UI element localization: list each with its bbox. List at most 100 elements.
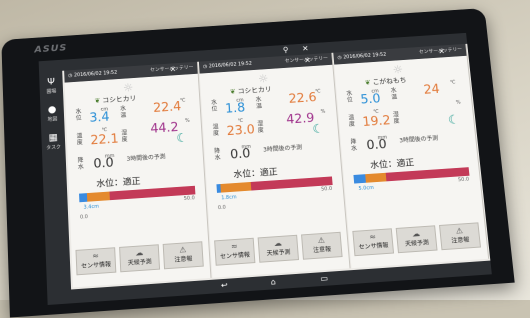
crop-name: ❦ こがねもち — [364, 76, 407, 88]
tablet-device: ASUS ⚲ ✕ Ψ 圃場 ● 地図 ▦ タスク ◷ 2016/06/02 19… — [1, 8, 515, 318]
button-label: 注意報 — [174, 255, 193, 264]
home-icon[interactable]: ⌂ — [270, 277, 276, 286]
humidity-unit: % — [320, 108, 326, 115]
chart-icon: ≈ — [368, 232, 377, 242]
recents-icon[interactable]: ▭ — [320, 274, 328, 283]
alert-button[interactable]: ⚠ 注意報 — [301, 231, 343, 260]
sidebar-item-label: 圃場 — [46, 88, 57, 95]
sidebar-item-task[interactable]: ▦ タスク — [41, 132, 65, 151]
humidity-unit: % — [455, 99, 461, 106]
fork-icon: Ψ — [47, 76, 56, 88]
water-level-value: 1.8 — [224, 101, 246, 117]
sidebar-item-label: 地図 — [47, 116, 58, 123]
scale-max: 50.0 — [320, 186, 333, 193]
chart-icon: ≈ — [92, 251, 100, 261]
device-brand: ASUS — [34, 42, 68, 56]
weather-forecast-button[interactable]: ☁ 天候予測 — [257, 234, 300, 263]
bar-segment-water — [79, 193, 88, 203]
bar-value-label: 5.0cm — [358, 185, 375, 192]
rainfall-label: 降水 — [77, 157, 84, 171]
button-label: 注意報 — [451, 236, 470, 245]
humidity-label: 湿度 — [392, 111, 400, 125]
temperature-value: 23.0 — [226, 122, 256, 139]
field-panel: ◷ 2016/06/02 19:52 ✕ センサーバッテリー ☼ ❦ コシヒカリ… — [198, 52, 351, 278]
water-temp-label: 水温 — [120, 105, 127, 119]
weather-sun-icon: ☼ — [122, 80, 134, 95]
cloud-icon: ☁ — [273, 238, 283, 249]
water-temp-value: 22.6 — [288, 90, 318, 107]
sidebar-item-map[interactable]: ● 地図 — [40, 104, 64, 123]
moon-icon: ☾ — [447, 112, 461, 128]
field-panel: ◷ 2016/06/02 19:52 ✕ センサーバッテリー ☼ ❦ コシヒカリ… — [64, 61, 212, 288]
humidity-value: 44.2 — [150, 120, 180, 137]
bar-segment-water — [216, 184, 222, 193]
tablet-screen: ⚲ ✕ Ψ 圃場 ● 地図 ▦ タスク ◷ 2016/06/02 19:52 ✕… — [38, 32, 492, 305]
field-panel: ◷ 2016/06/02 19:52 ✕ センサーバッテリー ☼ ❦ こがねもち… — [333, 43, 490, 269]
scale-min: 0.0 — [79, 214, 89, 221]
sensor-info-button[interactable]: ≈ センサ情報 — [214, 237, 256, 266]
water-temp-label: 水温 — [255, 96, 263, 110]
water-status: 水位：適正 — [369, 158, 415, 171]
crop-label: こがねもち — [372, 76, 407, 87]
alert-button[interactable]: ⚠ 注意報 — [162, 241, 204, 270]
button-label: センサ情報 — [219, 251, 251, 261]
temperature-label: 温度 — [348, 114, 356, 128]
clock-icon: ◷ — [337, 54, 342, 61]
warning-icon: ⚠ — [179, 245, 187, 255]
water-level-label: 水位 — [75, 108, 82, 122]
clock-icon: ◷ — [202, 63, 208, 70]
back-icon[interactable]: ↩ — [221, 281, 228, 290]
crop-label: コシヒカリ — [237, 85, 272, 96]
clock-icon: ◷ — [68, 72, 73, 79]
alert-button[interactable]: ⚠ 注意報 — [439, 222, 482, 251]
button-label: センサ情報 — [80, 261, 112, 271]
cloud-icon: ☁ — [411, 229, 421, 239]
forecast-label: 3時間後の予測 — [399, 135, 439, 145]
humidity-value: 42.9 — [285, 111, 315, 128]
sidebar-item-label: タスク — [46, 144, 62, 152]
calendar-icon: ▦ — [48, 132, 59, 144]
water-status: 水位：適正 — [233, 167, 278, 181]
sidebar-item-field[interactable]: Ψ 圃場 — [39, 76, 63, 95]
water-level-value: 3.4 — [89, 110, 110, 126]
humidity-label: 湿度 — [121, 129, 128, 144]
temperature-value: 22.1 — [90, 132, 120, 149]
sprout-icon: ❦ — [364, 78, 371, 87]
water-temp-value: 24 — [423, 82, 441, 98]
water-temp-unit: ℃ — [449, 79, 456, 86]
panel-timestamp: 2016/06/02 19:52 — [208, 60, 253, 70]
weather-forecast-button[interactable]: ☁ 天候予測 — [119, 244, 161, 273]
close-icon[interactable]: ✕ — [302, 44, 309, 53]
temperature-value: 19.2 — [361, 113, 392, 130]
scale-min: 0.0 — [217, 204, 226, 212]
crop-name: ❦ コシヒカリ — [230, 85, 272, 97]
panel-timestamp: 2016/06/02 19:52 — [73, 69, 118, 79]
location-icon: ⚲ — [282, 45, 289, 55]
rainfall-label: 降水 — [350, 138, 358, 153]
water-status: 水位：適正 — [96, 177, 141, 190]
moon-icon: ☾ — [311, 122, 325, 137]
button-label: 天候予測 — [266, 248, 291, 258]
crop-name: ❦ コシヒカリ — [94, 94, 136, 106]
water-level-label: 水位 — [346, 90, 354, 104]
bar-value-label: 1.8cm — [221, 194, 237, 202]
button-label: 天候予測 — [127, 258, 152, 267]
weather-sun-icon: ☼ — [257, 71, 269, 86]
chart-icon: ≈ — [230, 241, 238, 251]
forecast-label: 3時間後の予測 — [262, 144, 303, 154]
temperature-label: 温度 — [76, 132, 83, 147]
rainfall-value: 0.0 — [365, 137, 388, 154]
battery-label: センサーバッテリー — [150, 64, 194, 74]
sensor-info-button[interactable]: ≈ センサ情報 — [352, 228, 395, 257]
cloud-icon: ☁ — [135, 248, 144, 258]
button-label: 注意報 — [312, 246, 332, 255]
weather-forecast-button[interactable]: ☁ 天候予測 — [395, 225, 438, 254]
rainfall-label: 降水 — [214, 147, 221, 162]
temperature-label: 温度 — [212, 123, 220, 138]
sprout-icon: ❦ — [229, 87, 236, 96]
moon-icon: ☾ — [175, 131, 189, 147]
water-temp-value: 22.4 — [152, 99, 182, 116]
scale-max: 50.0 — [457, 176, 470, 184]
sensor-info-button[interactable]: ≈ センサ情報 — [75, 247, 117, 276]
bar-value-label: 3.4cm — [83, 203, 100, 211]
